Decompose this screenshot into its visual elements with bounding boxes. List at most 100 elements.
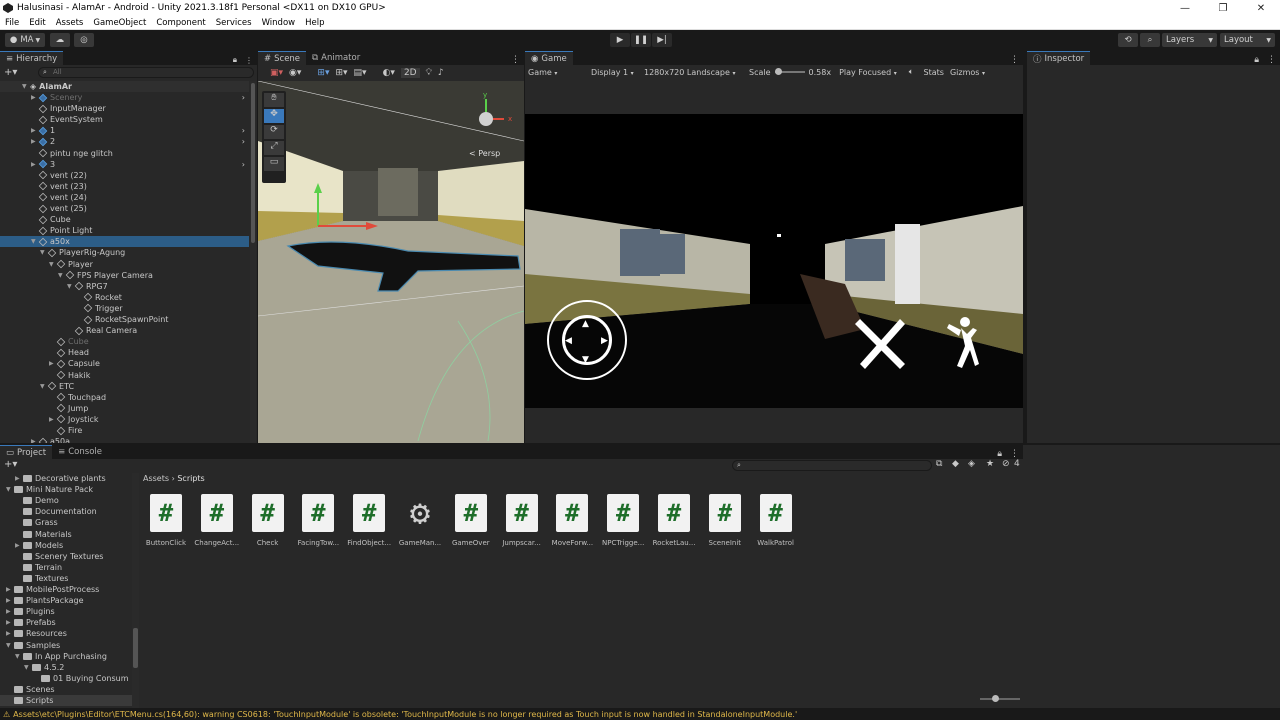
folder-item[interactable]: ▶ Plugins	[0, 606, 132, 617]
hierarchy-item[interactable]: Fire	[0, 425, 249, 436]
audio-icon[interactable]: ♪	[438, 68, 444, 78]
cloud-button[interactable]: ☁	[50, 33, 70, 47]
snap-icon[interactable]: ⊞▾	[317, 68, 329, 78]
filter-label-icon[interactable]: ◆	[952, 459, 959, 469]
collapse-arrow-icon[interactable]: ▶	[6, 586, 14, 593]
csharp-script-icon[interactable]: #	[505, 494, 538, 532]
hierarchy-item[interactable]: Head	[0, 347, 249, 358]
folder-item[interactable]: ▼ 4.5.2	[0, 662, 132, 673]
icon-size-slider-thumb[interactable]	[992, 695, 999, 702]
breadcrumb-scripts[interactable]: Scripts	[177, 474, 204, 483]
kebab-menu-icon[interactable]: ⋮	[1006, 55, 1023, 65]
folder-item[interactable]: 01 Buying Consum	[0, 673, 132, 684]
asset-label[interactable]: WalkPatrol	[750, 539, 802, 547]
minimize-button[interactable]: —	[1166, 3, 1204, 14]
gizmos-dropdown[interactable]: Gizmos ▾	[944, 68, 985, 77]
pause-button[interactable]: ❚❚	[631, 33, 651, 47]
hierarchy-item[interactable]: Hakik	[0, 370, 249, 381]
collapse-arrow-icon[interactable]: ▶	[6, 619, 14, 626]
hierarchy-search-input[interactable]: ⌕ All	[38, 67, 254, 78]
asset-label[interactable]: ChangeAct...	[191, 539, 243, 547]
hand-tool-icon[interactable]: ✋︎	[264, 93, 284, 107]
tab-inspector[interactable]: ⓘ Inspector	[1027, 51, 1091, 65]
game-dropdown[interactable]: Game ▾	[525, 68, 583, 77]
hierarchy-item[interactable]: Jump	[0, 403, 249, 414]
csharp-script-icon[interactable]: #	[302, 494, 335, 532]
asset-label[interactable]: FindObject...	[343, 539, 395, 547]
csharp-script-icon[interactable]: #	[150, 494, 182, 532]
tab-project[interactable]: ▭ Project	[0, 445, 53, 459]
csharp-script-icon[interactable]: #	[759, 494, 792, 532]
play-button[interactable]: ▶	[610, 33, 630, 47]
asset-label[interactable]: FacingTow...	[292, 539, 344, 547]
shading-icon[interactable]: ◐▾	[383, 68, 395, 78]
expand-arrow-icon[interactable]: ▼	[67, 283, 75, 290]
folder-item[interactable]: ▼ Mini Nature Pack	[0, 484, 132, 495]
hierarchy-item[interactable]: vent (25)	[0, 203, 249, 214]
stats-button[interactable]: Stats	[914, 68, 944, 77]
kebab-menu-icon[interactable]: ⋮	[507, 55, 524, 65]
csharp-script-icon[interactable]: #	[251, 494, 284, 532]
hidden-packages-icon[interactable]: ⊘	[1002, 459, 1010, 469]
fire-button[interactable]	[855, 314, 910, 369]
scrollbar-thumb[interactable]	[251, 83, 255, 243]
tag-icon[interactable]: ◈	[968, 459, 975, 469]
hierarchy-item[interactable]: ▼ RPG7	[0, 281, 249, 292]
hierarchy-item[interactable]: Touchpad	[0, 392, 249, 403]
lock-icon[interactable]: 🔒︎	[229, 55, 241, 65]
expand-arrow-icon[interactable]: ▼	[15, 653, 23, 660]
asset-label[interactable]: GameMan...	[394, 539, 446, 547]
folder-item[interactable]: Scenes	[0, 684, 132, 695]
tab-game[interactable]: ◉ Game	[525, 51, 573, 65]
folder-item[interactable]: ▶ Models	[0, 540, 132, 551]
gear-icon[interactable]: ⚙	[404, 493, 436, 533]
grid-icon[interactable]: ⊞▾	[335, 68, 347, 78]
add-icon[interactable]: +▾	[4, 459, 17, 470]
add-icon[interactable]: +▾	[4, 67, 17, 78]
menu-window[interactable]: Window	[257, 18, 301, 28]
joystick-touchpad[interactable]: ▲ ▼ ◀ ▶	[547, 300, 627, 380]
filter-type-icon[interactable]: ⧉	[936, 459, 942, 469]
menu-assets[interactable]: Assets	[51, 18, 89, 28]
rect-tool-icon[interactable]: ▭	[264, 157, 284, 171]
folder-item[interactable]: ▼ Samples	[0, 640, 132, 651]
lighting-icon[interactable]: 💡︎	[426, 68, 432, 78]
expand-arrow-icon[interactable]: ▼	[22, 83, 30, 90]
open-prefab-icon[interactable]: ›	[242, 160, 245, 169]
folder-item[interactable]: ▶ Prefabs	[0, 617, 132, 628]
hierarchy-item[interactable]: Cube	[0, 214, 249, 225]
hierarchy-item[interactable]: ▼ FPS Player Camera	[0, 270, 249, 281]
csharp-script-icon[interactable]: #	[200, 494, 233, 532]
lock-icon[interactable]: 🔒︎	[1250, 55, 1263, 65]
asset-label[interactable]: ButtonClick	[140, 539, 192, 547]
hierarchy-item[interactable]: vent (24)	[0, 192, 249, 203]
asset-label[interactable]: MoveForw...	[546, 539, 598, 547]
hierarchy-item[interactable]: Cube	[0, 336, 249, 347]
asset-label[interactable]: Jumpscar...	[496, 539, 548, 547]
folder-scrollbar[interactable]	[132, 473, 139, 708]
tab-console[interactable]: ≡ Console	[52, 445, 108, 459]
tab-scene[interactable]: # Scene	[258, 51, 307, 65]
collapse-arrow-icon[interactable]: ▶	[6, 608, 14, 615]
expand-arrow-icon[interactable]: ▼	[58, 272, 66, 279]
csharp-script-icon[interactable]: #	[556, 494, 589, 532]
scene-root[interactable]: ▼ ◈ AlamAr	[0, 81, 249, 92]
mute-audio-icon[interactable]: 🔈︎	[897, 67, 914, 77]
history-button[interactable]: ⟲	[1118, 33, 1138, 47]
csharp-script-icon[interactable]: #	[658, 494, 690, 532]
asset-label[interactable]: Check	[242, 539, 294, 547]
asset-label[interactable]: RocketLau...	[648, 539, 700, 547]
menu-component[interactable]: Component	[151, 18, 210, 28]
project-search-input[interactable]: ⌕	[732, 460, 932, 471]
layers-dropdown[interactable]: Layers ▼	[1162, 33, 1217, 47]
folder-item[interactable]: Textures	[0, 573, 132, 584]
hierarchy-item[interactable]: ▼ ETC	[0, 381, 249, 392]
open-prefab-icon[interactable]: ›	[242, 126, 245, 135]
hierarchy-item[interactable]: ▶ Joystick	[0, 414, 249, 425]
folder-item[interactable]: Materials	[0, 529, 132, 540]
hierarchy-item[interactable]: ▶ 3 ›	[0, 159, 249, 170]
csharp-script-icon[interactable]: #	[708, 494, 741, 532]
hierarchy-item[interactable]: Point Light	[0, 225, 249, 236]
hierarchy-item[interactable]: ▶ Scenery ›	[0, 92, 249, 103]
scale-tool-icon[interactable]: ⤢	[264, 141, 284, 155]
